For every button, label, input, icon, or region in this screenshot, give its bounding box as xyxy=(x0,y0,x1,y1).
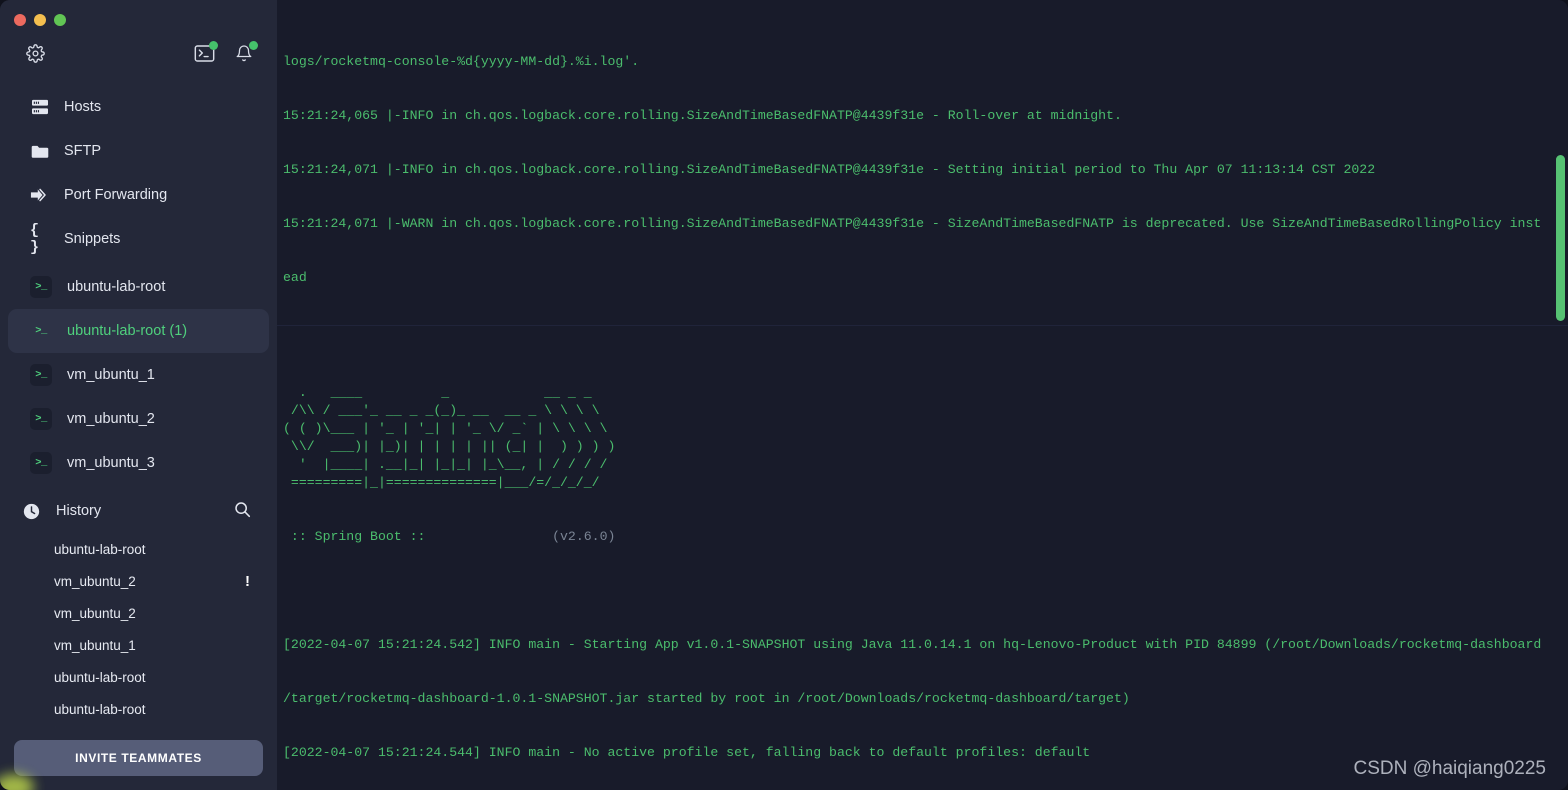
sidebar-item-label: Snippets xyxy=(64,231,121,247)
history-item[interactable]: ubuntu-lab-root xyxy=(0,661,277,693)
session-vm-ubuntu-3[interactable]: >_ vm_ubuntu_3 xyxy=(8,441,269,485)
sidebar-item-snippets[interactable]: { } Snippets xyxy=(8,217,269,261)
sidebar-item-label: Port Forwarding xyxy=(64,187,168,203)
invite-teammates-container: INVITE TEAMMATES xyxy=(0,740,277,776)
terminal-line: [2022-04-07 15:21:24.544] INFO main - No… xyxy=(283,745,1091,760)
terminal-line: 15:21:24,065 |-INFO in ch.qos.logback.co… xyxy=(283,108,1122,123)
terminal-line: 15:21:24,071 |-WARN in ch.qos.logback.co… xyxy=(283,216,1542,231)
spring-boot-version-line: :: Spring Boot :: (v2.6.0) xyxy=(283,528,1560,546)
terminal-area: logs/rocketmq-console-%d{yyyy-MM-dd}.%i.… xyxy=(277,0,1568,790)
clock-icon xyxy=(22,503,41,520)
terminal-line: ead xyxy=(283,270,307,285)
minimize-window-button[interactable] xyxy=(34,13,46,26)
session-label: ubuntu-lab-root xyxy=(67,279,166,295)
terminal-line: 15:21:24,071 |-INFO in ch.qos.logback.co… xyxy=(283,162,1376,177)
history-list: ubuntu-lab-root vm_ubuntu_2 ! vm_ubuntu_… xyxy=(0,533,277,725)
history-item-label: vm_ubuntu_2 xyxy=(54,573,136,589)
history-title: History xyxy=(56,503,102,519)
terminal-line: logs/rocketmq-console-%d{yyyy-MM-dd}.%i.… xyxy=(283,54,640,69)
history-item-warning: ! xyxy=(245,572,250,590)
spring-boot-ascii-banner: . ____ _ __ _ _ /\\ / ___'_ __ _ _(_)_ _… xyxy=(283,385,616,490)
sidebar-item-label: Hosts xyxy=(64,99,102,115)
history-item[interactable]: ubuntu-lab-root xyxy=(0,693,277,725)
history-item-label: ubuntu-lab-root xyxy=(54,669,146,685)
session-ubuntu-lab-root[interactable]: >_ ubuntu-lab-root xyxy=(8,265,269,309)
session-vm-ubuntu-1[interactable]: >_ vm_ubuntu_1 xyxy=(8,353,269,397)
spring-boot-label: :: Spring Boot :: xyxy=(283,529,434,544)
terminal-pane-bottom[interactable]: . ____ _ __ _ _ /\\ / ___'_ __ _ _(_)_ _… xyxy=(277,325,1568,790)
new-terminal-icon[interactable] xyxy=(191,40,218,66)
snippets-icon: { } xyxy=(30,222,40,256)
terminal-icon: >_ xyxy=(30,276,52,298)
window-traffic-lights xyxy=(0,0,277,30)
sidebar-item-label: SFTP xyxy=(64,143,102,159)
terminal-icon: >_ xyxy=(30,408,52,430)
new-terminal-badge xyxy=(209,41,218,50)
terminal-scrollbar[interactable] xyxy=(1556,155,1565,321)
history-item[interactable]: vm_ubuntu_1 xyxy=(0,629,277,661)
notifications-badge xyxy=(249,41,258,50)
terminal-pane-top[interactable]: logs/rocketmq-console-%d{yyyy-MM-dd}.%i.… xyxy=(277,0,1568,325)
close-window-button[interactable] xyxy=(14,13,26,26)
history-item-label: ubuntu-lab-root xyxy=(54,541,146,557)
primary-navigation: Hosts SFTP Port Forwarding {} Snippets xyxy=(0,76,277,261)
session-list: >_ ubuntu-lab-root >_ ubuntu-lab-root (1… xyxy=(0,265,277,485)
session-label: vm_ubuntu_2 xyxy=(67,411,155,427)
history-item-label: vm_ubuntu_2 xyxy=(54,605,136,621)
settings-icon[interactable] xyxy=(22,40,48,66)
session-label: ubuntu-lab-root (1) xyxy=(67,323,188,339)
port-forwarding-icon xyxy=(30,186,49,205)
history-item[interactable]: vm_ubuntu_2 ! xyxy=(0,565,277,597)
terminal-line: /target/rocketmq-dashboard-1.0.1-SNAPSHO… xyxy=(283,691,1130,706)
folder-icon xyxy=(30,142,49,161)
terminal-icon: >_ xyxy=(30,452,52,474)
session-ubuntu-lab-root-1[interactable]: >_ ubuntu-lab-root (1) xyxy=(8,309,269,353)
sidebar-item-port-forwarding[interactable]: Port Forwarding xyxy=(8,173,269,217)
notifications-bell-icon[interactable] xyxy=(231,40,258,66)
search-icon[interactable] xyxy=(234,501,251,522)
terminal-icon: >_ xyxy=(35,325,47,337)
zoom-window-button[interactable] xyxy=(54,13,66,26)
session-label: vm_ubuntu_3 xyxy=(67,455,155,471)
spring-boot-version: (v2.6.0) xyxy=(433,529,616,544)
sidebar-item-sftp[interactable]: SFTP xyxy=(8,129,269,173)
sidebar-item-hosts[interactable]: Hosts xyxy=(8,85,269,129)
history-item[interactable]: ubuntu-lab-root xyxy=(0,533,277,565)
session-vm-ubuntu-2[interactable]: >_ vm_ubuntu_2 xyxy=(8,397,269,441)
history-item-label: ubuntu-lab-root xyxy=(54,701,146,717)
history-item-label: vm_ubuntu_1 xyxy=(54,637,136,653)
sidebar-toolbar xyxy=(0,30,277,76)
invite-teammates-button[interactable]: INVITE TEAMMATES xyxy=(14,740,263,776)
corner-glow-decoration xyxy=(0,774,34,790)
sidebar: Hosts SFTP Port Forwarding {} Snippets … xyxy=(0,0,277,790)
termius-window: Hosts SFTP Port Forwarding {} Snippets … xyxy=(0,0,1568,790)
terminal-icon: >_ xyxy=(30,364,52,386)
history-section-header: History xyxy=(0,489,277,533)
terminal-line: [2022-04-07 15:21:24.542] INFO main - St… xyxy=(283,637,1542,652)
history-item[interactable]: vm_ubuntu_2 xyxy=(0,597,277,629)
hosts-icon xyxy=(30,98,49,117)
session-label: vm_ubuntu_1 xyxy=(67,367,155,383)
